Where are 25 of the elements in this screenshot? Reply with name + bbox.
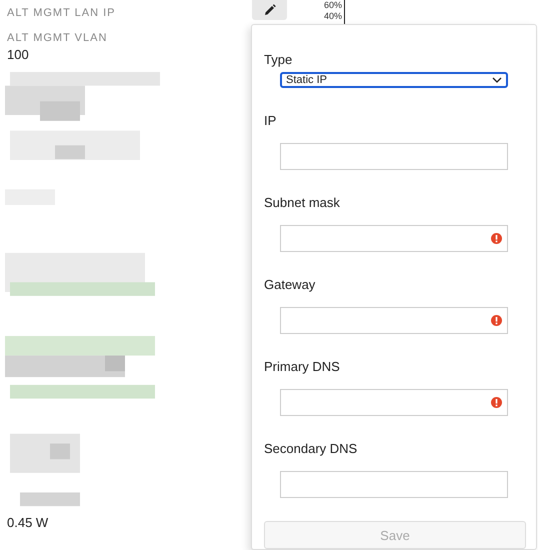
- field-label: Primary DNS: [264, 359, 340, 376]
- input-field[interactable]: [280, 389, 508, 416]
- field-label: ALT MGMT LAN IP: [7, 6, 117, 21]
- type-dropdown[interactable]: Static IP: [280, 72, 508, 88]
- field-value: 0.45 W: [7, 514, 50, 531]
- input-field[interactable]: [280, 225, 508, 252]
- error-icon: [491, 397, 502, 408]
- field-label: Subnet mask: [264, 195, 340, 212]
- field-label: Secondary DNS: [264, 441, 358, 458]
- input-field[interactable]: [280, 307, 508, 334]
- field-label: ALT MGMT VLAN: [7, 31, 108, 46]
- chevron-down-icon: [492, 77, 502, 84]
- error-icon: [491, 315, 502, 326]
- error-icon: [491, 233, 502, 244]
- field-label: Type: [264, 52, 292, 68]
- axis-tick-label: 40%: [322, 11, 342, 22]
- input-field[interactable]: [280, 143, 508, 170]
- pencil-icon: [264, 4, 276, 16]
- edit-button[interactable]: [252, 0, 287, 20]
- field-label: Gateway: [264, 277, 316, 294]
- field-value: 100: [7, 46, 30, 63]
- chart-axis: [344, 0, 345, 24]
- input-field[interactable]: [280, 471, 508, 498]
- axis-tick-label: 60%: [322, 0, 342, 11]
- field-label: IP: [264, 113, 276, 130]
